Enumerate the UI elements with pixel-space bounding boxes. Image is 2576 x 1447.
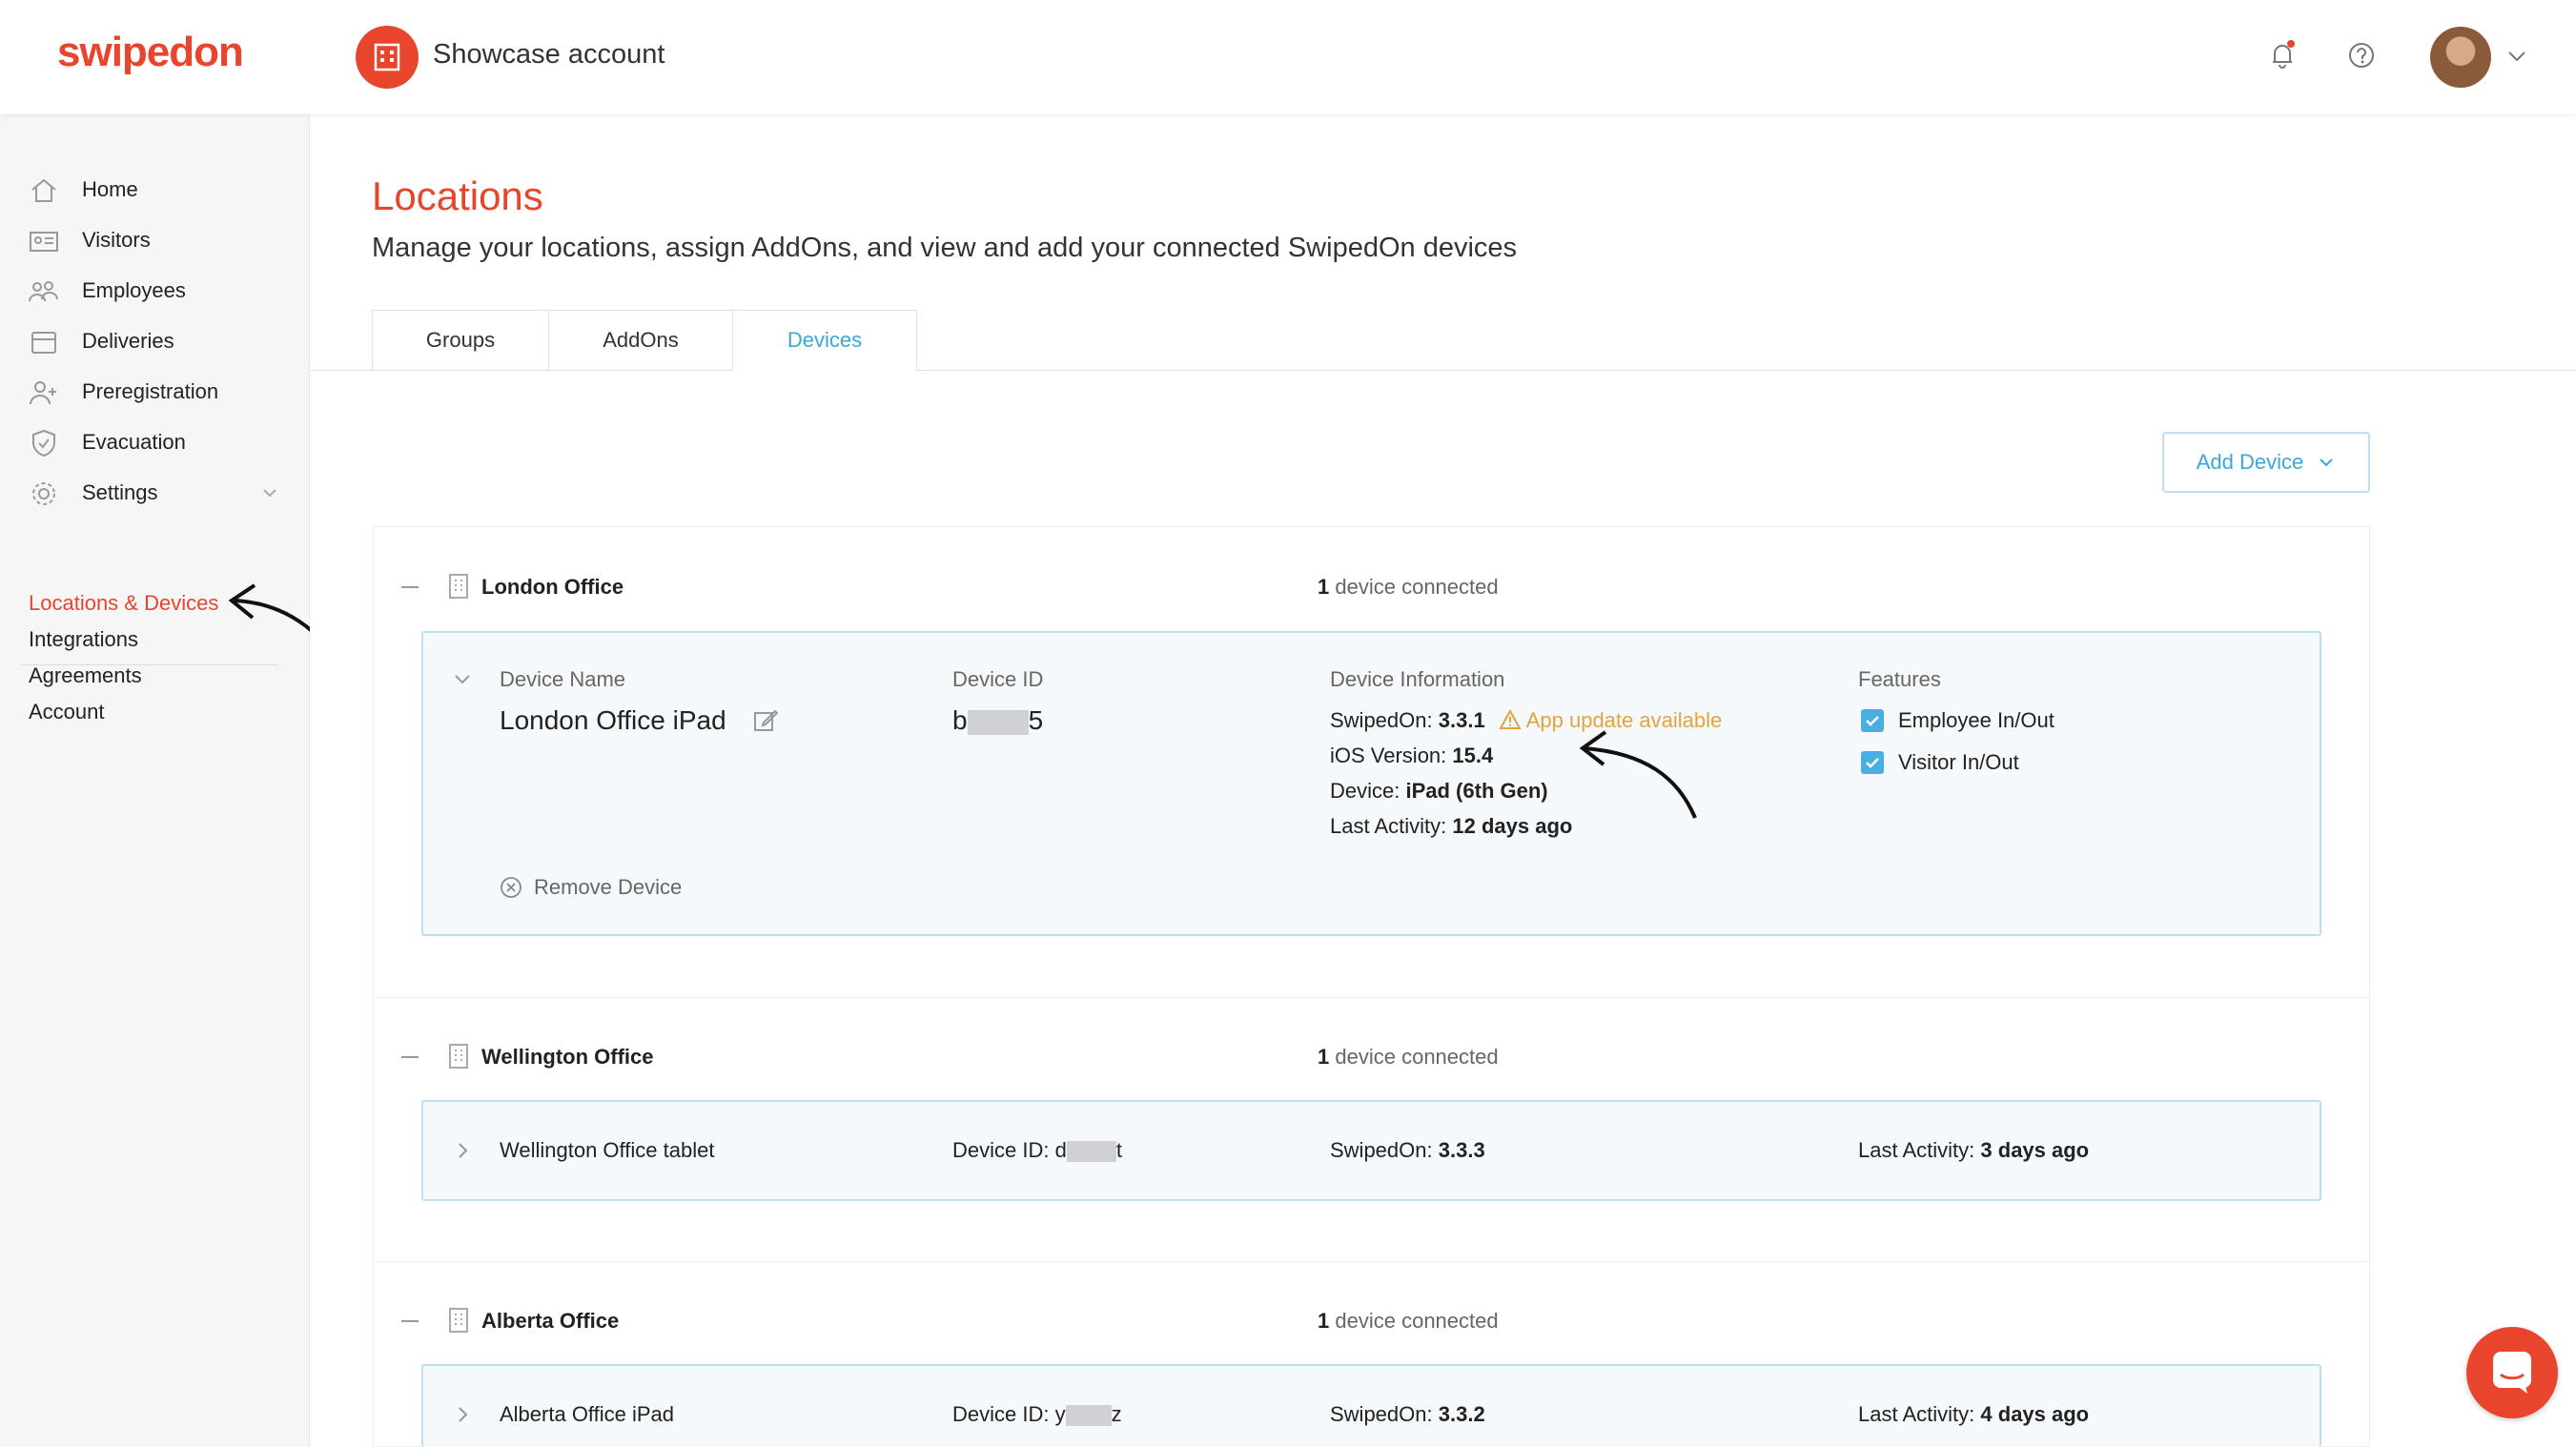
sidebar-link-agreements[interactable]: Agreements — [29, 663, 142, 688]
sidebar-item-preregistration[interactable]: Preregistration — [0, 370, 310, 416]
sidebar-link-account[interactable]: Account — [29, 700, 105, 724]
id-card-icon — [30, 232, 58, 252]
swipedon-logo[interactable]: swipedon — [57, 29, 244, 76]
sidebar-item-employees[interactable]: Employees — [0, 269, 310, 315]
box-icon — [31, 332, 56, 354]
tab-devices[interactable]: Devices — [732, 310, 917, 371]
device-card-expanded: Device Name London Office iPad Device ID… — [421, 631, 2321, 936]
sidebar-item-label: Visitors — [82, 228, 151, 252]
redacted-block — [967, 709, 1029, 735]
device-name: Wellington Office tablet — [500, 1138, 715, 1162]
ios-version: iOS Version: 15.4 — [1330, 744, 1494, 767]
sidebar-item-settings[interactable]: Settings — [0, 471, 310, 517]
page-title: Locations — [372, 173, 543, 218]
top-bar: swipedon Showcase account — [0, 0, 2576, 114]
location-name: Alberta Office — [481, 1309, 620, 1333]
annotation-arrow — [1579, 730, 1697, 819]
feature-checkbox[interactable] — [1861, 751, 1884, 774]
sidebar-item-label: Deliveries — [82, 329, 174, 353]
user-plus-icon — [30, 381, 56, 405]
device-count: 1 device connected — [1318, 1309, 1499, 1333]
bell-icon[interactable] — [2265, 38, 2300, 72]
chevron-right-icon[interactable] — [450, 1402, 475, 1427]
chevron-down-icon[interactable] — [2500, 38, 2534, 72]
chevron-down-icon — [2320, 459, 2333, 467]
help-icon[interactable] — [2344, 38, 2379, 72]
sidebar-item-label: Home — [82, 177, 138, 201]
building-icon — [449, 1044, 468, 1069]
device-count: 1 device connected — [1318, 575, 1499, 599]
device-name: Alberta Office iPad — [500, 1402, 675, 1426]
sidebar-item-evacuation[interactable]: Evacuation — [0, 420, 310, 466]
device-id: Device ID: yz — [952, 1402, 1122, 1427]
last-activity: Last Activity: 4 days ago — [1858, 1402, 2090, 1426]
features-label: Features — [1858, 667, 1941, 691]
last-activity: Last Activity: 12 days ago — [1330, 814, 1573, 838]
account-building-icon[interactable] — [356, 26, 419, 89]
device-model: Device: iPad (6th Gen) — [1330, 779, 1548, 803]
location-divider — [373, 1261, 2370, 1262]
swipedon-version: SwipedOn: 3.3.2 — [1330, 1402, 1485, 1426]
user-avatar[interactable] — [2430, 27, 2491, 88]
last-activity: Last Activity: 3 days ago — [1858, 1138, 2090, 1162]
sidebar-item-label: Settings — [82, 480, 158, 504]
device-name: London Office iPad — [500, 705, 726, 735]
sidebar-item-visitors[interactable]: Visitors — [0, 218, 310, 264]
chevron-down-icon[interactable] — [450, 667, 475, 692]
collapse-icon[interactable] — [401, 586, 419, 588]
chevron-down-icon — [263, 489, 276, 498]
remove-device-label: Remove Device — [534, 875, 683, 899]
device-name-label: Device Name — [500, 667, 626, 691]
home-icon — [31, 178, 56, 202]
sidebar: Home Visitors Employees Deliveries Prere… — [0, 114, 310, 1447]
location-name: London Office — [481, 575, 624, 599]
sidebar-item-deliveries[interactable]: Deliveries — [0, 319, 310, 365]
sidebar-item-home[interactable]: Home — [0, 168, 310, 214]
tab-groups[interactable]: Groups — [372, 310, 549, 371]
device-id: Device ID: dt — [952, 1138, 1122, 1163]
account-name[interactable]: Showcase account — [433, 39, 664, 71]
building-icon — [449, 574, 468, 599]
collapse-icon[interactable] — [401, 1056, 419, 1058]
redacted-block — [1066, 1141, 1116, 1163]
sidebar-item-label: Preregistration — [82, 379, 219, 403]
tab-addons[interactable]: AddOns — [548, 310, 733, 371]
add-device-button[interactable]: Add Device — [2162, 432, 2370, 493]
feature-label: Visitor In/Out — [1898, 750, 2019, 774]
device-card-collapsed[interactable]: Alberta Office iPad Device ID: yz Swiped… — [421, 1364, 2321, 1447]
location-name: Wellington Office — [481, 1045, 654, 1069]
chevron-right-icon[interactable] — [450, 1138, 475, 1163]
chat-launcher-button[interactable] — [2466, 1327, 2558, 1418]
building-icon — [449, 1308, 468, 1333]
device-info-label: Device Information — [1330, 667, 1505, 691]
edit-icon[interactable] — [752, 707, 779, 734]
device-id: b5 — [952, 705, 1044, 735]
redacted-block — [1065, 1405, 1112, 1427]
gear-icon — [32, 482, 55, 505]
swipedon-version: SwipedOn: 3.3.3 — [1330, 1138, 1485, 1162]
people-icon — [29, 281, 58, 302]
chat-icon — [2493, 1352, 2531, 1394]
sidebar-item-label: Evacuation — [82, 430, 186, 454]
page-subtitle: Manage your locations, assign AddOns, an… — [372, 233, 1518, 263]
collapse-icon[interactable] — [401, 1320, 419, 1322]
location-divider — [373, 997, 2370, 998]
device-id-label: Device ID — [952, 667, 1044, 691]
warning-icon — [1499, 708, 1522, 729]
sidebar-item-label: Employees — [82, 278, 186, 302]
close-circle-icon — [501, 877, 521, 898]
add-device-label: Add Device — [2196, 450, 2304, 474]
shield-icon — [32, 429, 55, 458]
device-card-collapsed[interactable]: Wellington Office tablet Device ID: dt S… — [421, 1100, 2321, 1201]
device-count: 1 device connected — [1318, 1045, 1499, 1069]
feature-label: Employee In/Out — [1898, 708, 2055, 732]
sidebar-link-integrations[interactable]: Integrations — [29, 627, 138, 652]
sidebar-link-locations-devices[interactable]: Locations & Devices — [29, 591, 218, 616]
remove-device-button[interactable]: Remove Device — [500, 875, 682, 900]
feature-checkbox[interactable] — [1861, 709, 1884, 732]
